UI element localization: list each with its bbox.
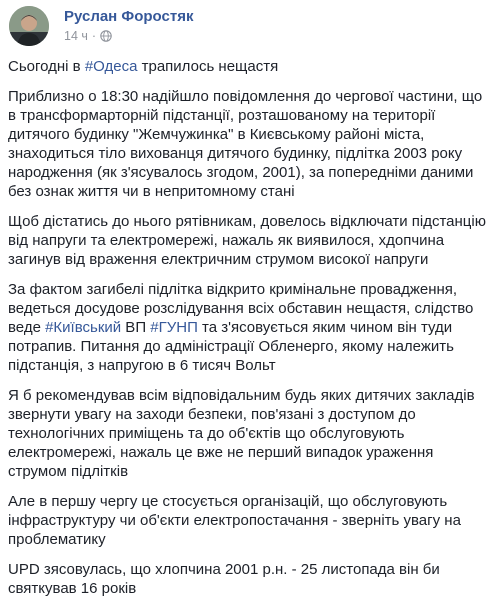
author-name[interactable]: Руслан Форостяк — [64, 8, 193, 25]
post-content: Сьогодні в #Одеса трапилось нещастя Прибл… — [8, 57, 492, 609]
paragraph-text: Приблизно о 18:30 надійшло повідомлення … — [8, 88, 483, 200]
post-paragraph: UPD зясовулась, що хлопчина 2001 р.н. - … — [8, 560, 492, 598]
hashtag-link[interactable]: #Одеса — [85, 58, 138, 75]
post-header: Руслан Форостяк 14 ч · — [8, 0, 492, 52]
post-paragraph: Щоб дістатись до нього рятівникам, довел… — [8, 212, 492, 269]
hashtag-link[interactable]: #Київський — [45, 319, 121, 336]
paragraph-text: трапилось нещастя — [137, 58, 279, 75]
paragraph-text: Я б рекомендував всім відповідальним буд… — [8, 387, 475, 480]
post-paragraph: Я б рекомендував всім відповідальним буд… — [8, 386, 492, 481]
post-paragraph: За фактом загибелі підлітка відкрито кри… — [8, 280, 492, 375]
paragraph-text: Але в першу чергу це стосується організа… — [8, 493, 461, 548]
avatar[interactable] — [9, 6, 49, 46]
globe-icon[interactable] — [100, 30, 112, 42]
paragraph-text: Щоб дістатись до нього рятівникам, довел… — [8, 213, 486, 268]
hashtag-link[interactable]: #ГУНП — [150, 319, 198, 336]
post-paragraph: Приблизно о 18:30 надійшло повідомлення … — [8, 87, 492, 201]
paragraph-text: UPD зясовулась, що хлопчина 2001 р.н. - … — [8, 561, 440, 597]
facebook-post: Руслан Форостяк 14 ч · Сьогодні в #Одеса… — [0, 0, 500, 597]
post-meta: 14 ч · — [64, 29, 112, 43]
avatar-image — [9, 6, 49, 46]
post-paragraph: Сьогодні в #Одеса трапилось нещастя — [8, 57, 492, 76]
post-time[interactable]: 14 ч — [64, 29, 88, 43]
paragraph-text: Сьогодні в — [8, 58, 85, 75]
paragraph-text: ВП — [121, 319, 151, 336]
post-paragraph: Але в першу чергу це стосується організа… — [8, 492, 492, 549]
meta-separator: · — [91, 29, 97, 43]
